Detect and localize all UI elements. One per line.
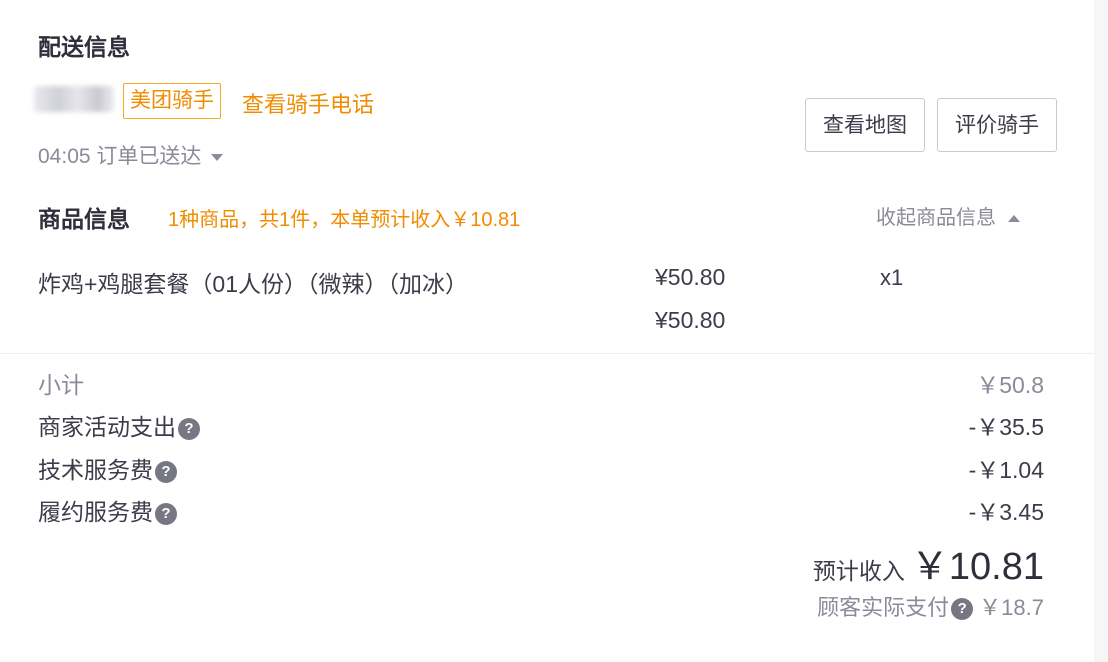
rider-name-blurred	[34, 86, 114, 112]
item-original-price: ¥50.80	[655, 307, 726, 333]
question-circle-icon[interactable]: ?	[155, 461, 177, 483]
merchant-activity-value: -￥35.5	[968, 414, 1044, 440]
collapse-goods-label: 收起商品信息	[876, 207, 996, 229]
tech-service-value: -￥1.04	[968, 457, 1044, 483]
rate-rider-button[interactable]: 评价骑手	[937, 98, 1057, 152]
order-detail-card: 配送信息 美团骑手 查看骑手电话 04:05 订单已送达 查看地图 评价骑手 商…	[0, 0, 1094, 662]
expected-income-row: 预计收入 ￥10.81	[813, 535, 1044, 590]
caret-up-icon	[1008, 215, 1020, 223]
question-circle-icon[interactable]: ?	[178, 418, 200, 440]
view-map-button[interactable]: 查看地图	[805, 98, 925, 152]
merchant-activity-row: 商家活动支出?	[38, 408, 200, 442]
tech-service-label: 技术服务费	[38, 457, 153, 483]
customer-paid-value: ￥18.7	[979, 595, 1044, 620]
item-price: ¥50.80	[655, 264, 726, 290]
view-rider-phone-link[interactable]: 查看骑手电话	[242, 87, 374, 119]
fulfillment-label: 履约服务费	[38, 499, 153, 525]
customer-paid-label: 顾客实际支付	[817, 595, 950, 620]
tech-service-row: 技术服务费?	[38, 451, 177, 485]
item-quantity: x1	[880, 265, 904, 290]
goods-section-title: 商品信息	[38, 206, 130, 232]
question-circle-icon[interactable]: ?	[155, 503, 177, 525]
divider	[0, 353, 1094, 354]
collapse-goods-toggle[interactable]: 收起商品信息	[876, 201, 1020, 230]
subtotal-value: ￥50.8	[976, 372, 1044, 398]
fulfillment-value: -￥3.45	[968, 499, 1044, 525]
subtotal-label: 小计	[38, 372, 84, 398]
caret-down-icon	[211, 153, 224, 161]
delivery-status-text: 04:05 订单已送达	[38, 145, 202, 168]
rider-type-badge: 美团骑手	[123, 83, 221, 119]
fulfillment-row: 履约服务费?	[38, 493, 177, 527]
expected-income-label: 预计收入	[812, 558, 905, 584]
item-name: 炸鸡+鸡腿套餐（01人份）（微辣）（加冰）	[38, 271, 469, 297]
expected-income-value: ￥10.81	[910, 546, 1044, 588]
question-circle-icon[interactable]: ?	[951, 598, 974, 620]
customer-paid-row: 顾客实际支付? ￥18.7	[817, 590, 1044, 622]
delivery-status[interactable]: 04:05 订单已送达	[38, 140, 224, 170]
delivery-section-title: 配送信息	[38, 34, 130, 60]
merchant-activity-label: 商家活动支出	[38, 414, 176, 440]
goods-summary: 1种商品，共1件，本单预计收入￥10.81	[168, 209, 521, 231]
